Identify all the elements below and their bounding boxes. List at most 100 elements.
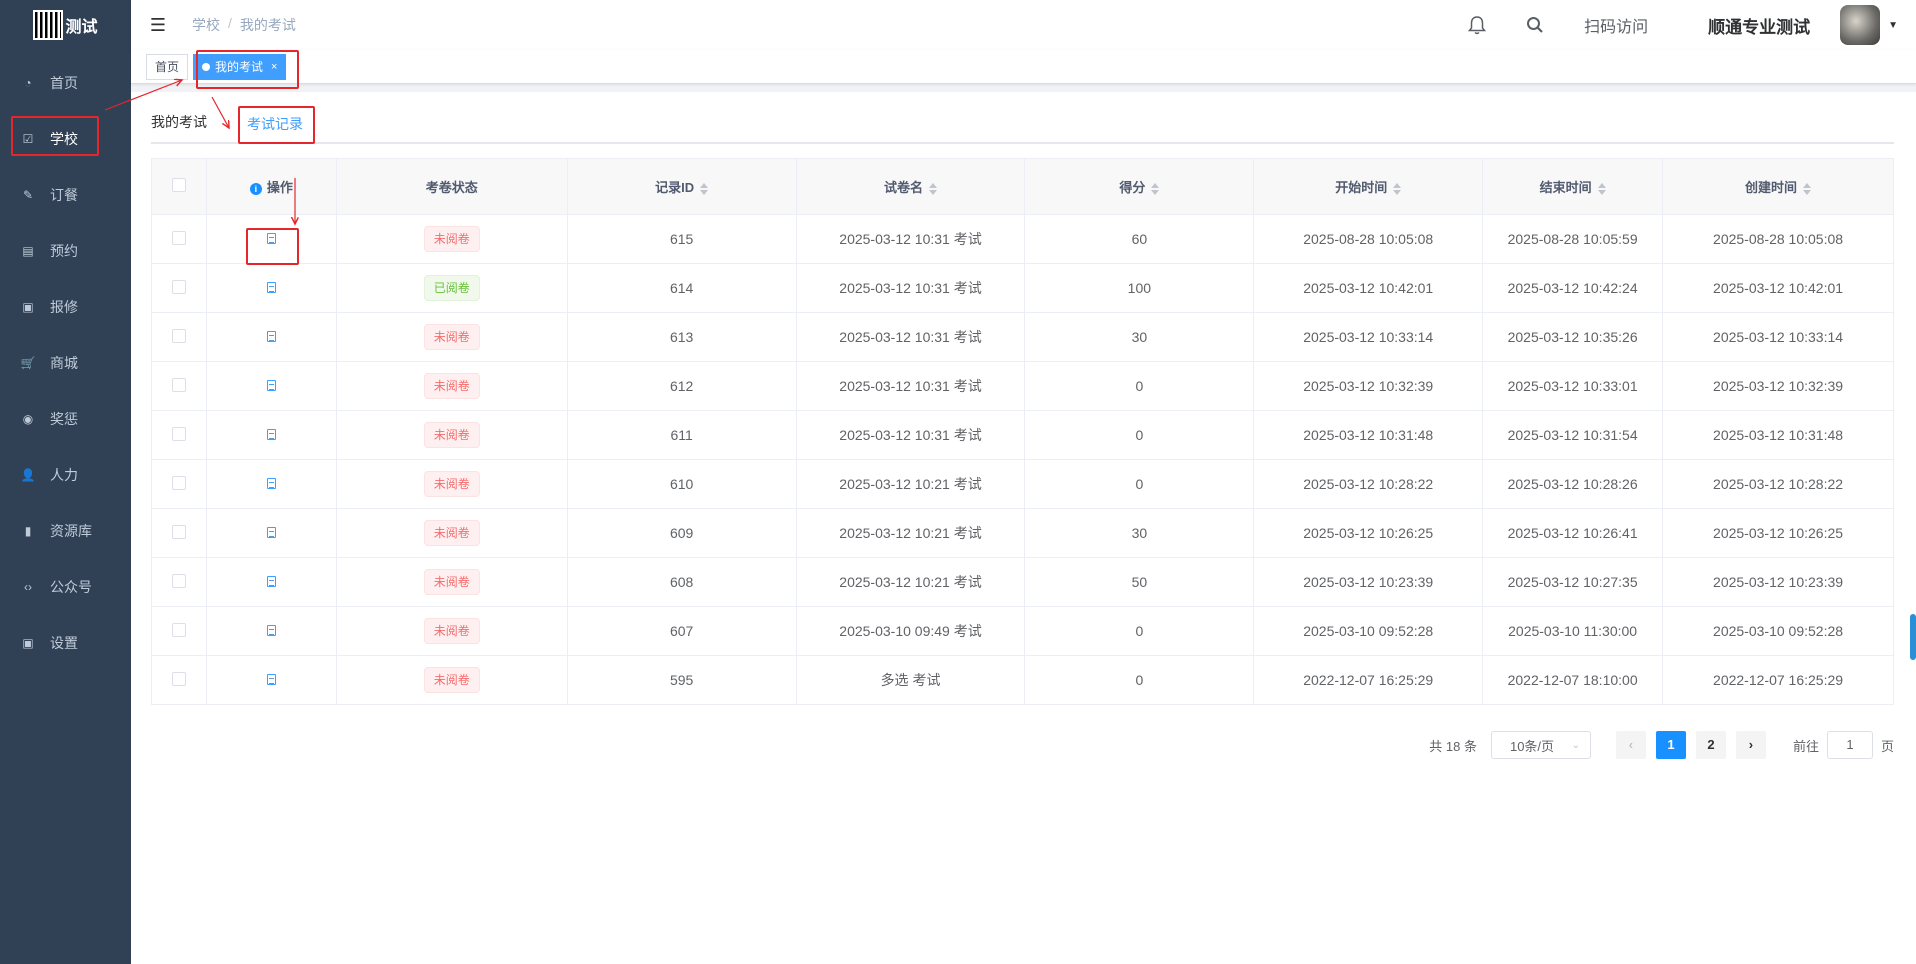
row-checkbox[interactable] (171, 622, 186, 637)
row-paper-name: 2025-03-12 10:31 考试 (795, 312, 1026, 362)
view-document-icon[interactable] (266, 478, 276, 489)
header-paper-name[interactable]: 试卷名 (795, 158, 1026, 215)
sidebar-item-1[interactable]: ☑ 学校 (0, 111, 131, 167)
select-all-checkbox[interactable] (171, 178, 186, 192)
row-created-time: 2025-03-10 09:52:28 (1662, 606, 1894, 656)
view-document-icon[interactable] (266, 429, 276, 440)
row-created-time: 2022-12-07 16:25:29 (1662, 655, 1894, 705)
row-action-cell (205, 410, 337, 460)
sort-icon[interactable] (1151, 182, 1160, 195)
row-checkbox[interactable] (171, 377, 186, 392)
pagination-total: 共 18 条 (1429, 738, 1477, 754)
view-document-icon[interactable] (266, 331, 276, 342)
info-icon[interactable]: i (249, 183, 262, 195)
row-status-cell: 未阅卷 (335, 557, 568, 607)
caret-down-icon[interactable]: ▼ (1888, 20, 1898, 31)
sidebar-item-5[interactable]: 🛒 商城 (0, 335, 131, 391)
row-select-cell (151, 508, 207, 558)
row-start-time: 2025-03-12 10:23:39 (1253, 557, 1484, 607)
row-checkbox[interactable] (171, 426, 186, 441)
row-select-cell (151, 410, 207, 460)
sidebar-item-2[interactable]: ✎ 订餐 (0, 167, 131, 223)
status-badge: 未阅卷 (423, 520, 480, 546)
table-row: 未阅卷 607 2025-03-10 09:49 考试 0 2025-03-10 09:… (151, 606, 1894, 656)
row-id: 607 (566, 606, 797, 656)
sort-icon[interactable] (929, 182, 938, 195)
view-document-icon[interactable] (266, 282, 276, 293)
row-checkbox[interactable] (171, 475, 186, 490)
sidebar-item-7[interactable]: 👤 人力 (0, 447, 131, 503)
header-operation: i 操作 (205, 158, 337, 215)
row-id: 609 (566, 508, 797, 558)
sidebar-item-label: 资源库 (50, 523, 92, 539)
header-created-time[interactable]: 创建时间 (1662, 158, 1894, 215)
row-checkbox[interactable] (171, 230, 186, 245)
row-status-cell: 未阅卷 (335, 214, 568, 264)
user-name[interactable]: 顺通专业测试 (1708, 13, 1810, 38)
row-checkbox[interactable] (171, 524, 186, 539)
view-document-icon[interactable] (266, 674, 276, 685)
goto-page-input[interactable]: 1 (1826, 731, 1873, 759)
tag-dot-icon (202, 62, 211, 71)
sort-icon[interactable] (700, 182, 709, 195)
bell-icon[interactable] (1468, 15, 1487, 35)
row-status-cell: 未阅卷 (335, 459, 568, 509)
header-record-id[interactable]: 记录ID (566, 158, 797, 215)
view-document-icon[interactable] (266, 233, 276, 244)
view-document-icon[interactable] (266, 576, 276, 587)
header-start-time[interactable]: 开始时间 (1253, 158, 1484, 215)
sort-icon[interactable] (1803, 182, 1812, 195)
row-created-time: 2025-03-12 10:28:22 (1662, 459, 1894, 509)
avatar[interactable] (1840, 5, 1881, 45)
row-checkbox[interactable] (171, 671, 186, 686)
breadcrumb-item[interactable]: 学校 (192, 15, 220, 35)
sidebar-item-3[interactable]: ▤ 预约 (0, 223, 131, 279)
view-document-icon[interactable] (266, 527, 276, 538)
logo-text: 测试 (65, 19, 98, 36)
header-label: 考卷状态 (425, 180, 478, 195)
page-2-button[interactable]: 2 (1695, 731, 1726, 759)
row-score: 0 (1024, 361, 1255, 411)
edit-icon: ✎ (22, 188, 34, 202)
sort-icon[interactable] (1393, 182, 1402, 195)
sidebar-item-9[interactable]: ‹› 公众号 (0, 559, 131, 615)
sidebar-item-0[interactable]: ◔ 首页 (0, 55, 131, 111)
tab-my-exam[interactable]: 我的考试 (151, 102, 207, 142)
tag-home[interactable]: 首页 (146, 53, 189, 80)
sidebar-item-8[interactable]: ▮ 资源库 (0, 503, 131, 559)
next-page-button[interactable]: › (1735, 731, 1766, 759)
row-end-time: 2025-03-12 10:26:41 (1482, 508, 1664, 558)
pagination: 共 18 条 10条/页 ⌄ ‹ 1 2 › 前往 1 页 (151, 731, 1894, 759)
navbar-right: 扫码访问 顺通专业测试 ▼ (1428, 0, 1916, 50)
table-header: i 操作 考卷状态 记录ID 试卷名 得分 开始时间 结束时间 创建时间 (151, 158, 1894, 215)
hamburger-icon[interactable]: ☰ (148, 15, 168, 35)
tag-my-exam[interactable]: 我的考试 × (193, 53, 287, 80)
header-label: 开始时间 (1335, 180, 1388, 195)
page-1-button[interactable]: 1 (1655, 731, 1686, 759)
sidebar-item-4[interactable]: ▣ 报修 (0, 279, 131, 335)
row-score: 0 (1024, 410, 1255, 460)
header-end-time[interactable]: 结束时间 (1482, 158, 1664, 215)
tag-close-icon[interactable]: × (271, 55, 277, 79)
row-action-cell (205, 459, 337, 509)
row-checkbox[interactable] (171, 328, 186, 343)
tab-exam-records[interactable]: 考试记录 (247, 104, 303, 144)
sidebar-item-6[interactable]: ◉ 奖惩 (0, 391, 131, 447)
page-size-select[interactable]: 10条/页 ⌄ (1490, 731, 1591, 759)
sidebar-item-10[interactable]: ▣ 设置 (0, 615, 131, 671)
scrollbar-thumb[interactable] (1910, 614, 1916, 660)
row-checkbox[interactable] (171, 573, 186, 588)
table-row: 未阅卷 612 2025-03-12 10:31 考试 0 2025-03-12 10:… (151, 361, 1894, 411)
scan-access-link[interactable]: 扫码访问 (1584, 13, 1648, 37)
logo[interactable]: 测试 (0, 0, 131, 50)
sidebar-item-label: 人力 (50, 467, 78, 483)
search-icon[interactable] (1526, 16, 1544, 34)
row-checkbox[interactable] (171, 279, 186, 294)
row-score: 0 (1024, 459, 1255, 509)
header-score[interactable]: 得分 (1024, 158, 1255, 215)
prev-page-button[interactable]: ‹ (1615, 731, 1646, 759)
view-document-icon[interactable] (266, 380, 276, 391)
sort-icon[interactable] (1597, 182, 1606, 195)
header-label: 得分 (1119, 180, 1146, 195)
view-document-icon[interactable] (266, 625, 276, 636)
